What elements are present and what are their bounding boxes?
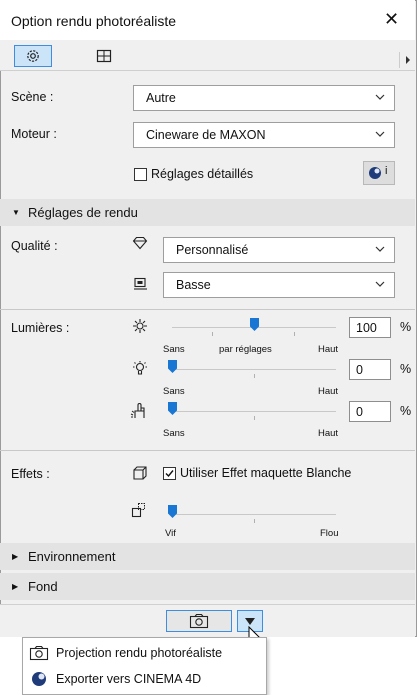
divider bbox=[0, 450, 415, 451]
lights-value-2: 0 bbox=[356, 363, 363, 377]
slider-min-label: Sans bbox=[163, 344, 185, 355]
detailed-settings-label: Réglages détaillés bbox=[151, 167, 254, 181]
menu-item-label: Exporter vers CINEMA 4D bbox=[56, 672, 202, 686]
slider-max-label: Haut bbox=[318, 344, 339, 355]
white-model-label: Utiliser Effet maquette Blanche bbox=[180, 466, 352, 480]
menu-item-label: Projection rendu photoréaliste bbox=[56, 646, 223, 660]
quality-preset-select[interactable]: Personnalisé bbox=[163, 237, 395, 263]
blur-slider[interactable] bbox=[172, 514, 336, 515]
quality-label: Qualité : bbox=[11, 239, 58, 253]
lights-value-1: 100 bbox=[356, 321, 377, 335]
slider-min-label: Sans bbox=[163, 428, 185, 439]
percent-unit: % bbox=[400, 320, 412, 334]
camera-icon bbox=[189, 613, 209, 629]
cinema4d-icon bbox=[369, 167, 381, 179]
crop-frame-icon bbox=[96, 49, 112, 63]
camera-icon bbox=[29, 645, 49, 661]
effects-label: Effets : bbox=[11, 467, 50, 481]
info-icon: i bbox=[385, 165, 388, 177]
menu-item-photorealistic-render[interactable]: Projection rendu photoréaliste bbox=[26, 642, 262, 666]
triangle-down-icon: ▼ bbox=[12, 208, 20, 217]
divider bbox=[0, 309, 415, 310]
lights-slider-2[interactable] bbox=[172, 369, 336, 370]
tick bbox=[254, 416, 255, 420]
lights-value-3: 0 bbox=[356, 405, 363, 419]
chevron-down-icon bbox=[375, 281, 385, 287]
environment-title: Environnement bbox=[28, 549, 116, 564]
checkmark-icon bbox=[165, 470, 174, 478]
engine-label: Moteur : bbox=[11, 127, 57, 141]
window-title: Option rendu photoréaliste bbox=[11, 13, 176, 29]
quality-preset-value: Personnalisé bbox=[176, 243, 249, 257]
quality-level-select[interactable]: Basse bbox=[163, 272, 395, 298]
engine-select[interactable]: Cineware de MAXON bbox=[133, 122, 395, 148]
hand-light-icon bbox=[130, 403, 145, 418]
scene-value: Autre bbox=[146, 91, 176, 105]
cinema4d-icon bbox=[32, 672, 46, 686]
engine-value: Cineware de MAXON bbox=[146, 128, 266, 142]
render-quality-icon bbox=[134, 277, 147, 290]
render-settings-title: Réglages de rendu bbox=[28, 205, 138, 220]
diamond-icon bbox=[132, 236, 148, 250]
slider-min-label: Sans bbox=[163, 386, 185, 397]
blur-max-label: Flou bbox=[320, 528, 339, 539]
chevron-down-icon bbox=[375, 94, 385, 100]
background-section-header[interactable]: ▶ Fond bbox=[0, 573, 415, 600]
tab-bar bbox=[0, 40, 415, 71]
scene-select[interactable]: Autre bbox=[133, 85, 395, 111]
lights-value-1-input[interactable]: 100 bbox=[349, 317, 391, 338]
white-model-checkbox[interactable] bbox=[163, 467, 176, 480]
close-icon[interactable]: ✕ bbox=[384, 10, 399, 28]
tab-scroll-right-button[interactable] bbox=[399, 52, 416, 68]
percent-unit: % bbox=[400, 362, 412, 376]
blur-min-label: Vif bbox=[165, 528, 176, 539]
chevron-right-icon bbox=[406, 56, 410, 64]
menu-item-export-cinema4d[interactable]: Exporter vers CINEMA 4D bbox=[26, 668, 262, 692]
triangle-right-icon: ▶ bbox=[12, 582, 19, 591]
lights-value-3-input[interactable]: 0 bbox=[349, 401, 391, 422]
cube-icon bbox=[133, 466, 147, 480]
slider-max-label: Haut bbox=[318, 386, 339, 397]
chevron-down-icon bbox=[375, 131, 385, 137]
tab-settings[interactable] bbox=[14, 45, 52, 67]
quality-level-value: Basse bbox=[176, 278, 211, 292]
environment-section-header[interactable]: ▶ Environnement bbox=[0, 543, 415, 570]
tab-crop[interactable] bbox=[96, 48, 112, 64]
bulb-icon bbox=[133, 361, 147, 375]
triangle-down-icon bbox=[245, 618, 255, 625]
triangle-right-icon: ▶ bbox=[12, 552, 19, 561]
lights-label: Lumières : bbox=[11, 321, 70, 335]
chevron-down-icon bbox=[375, 246, 385, 252]
slider-max-label: Haut bbox=[318, 428, 339, 439]
lights-value-2-input[interactable]: 0 bbox=[349, 359, 391, 380]
tick bbox=[254, 374, 255, 378]
tick bbox=[294, 332, 295, 336]
percent-unit: % bbox=[400, 404, 412, 418]
sun-icon bbox=[133, 319, 147, 333]
tick bbox=[212, 332, 213, 336]
cinema4d-info-button[interactable]: i bbox=[363, 161, 395, 185]
detailed-settings-checkbox[interactable] bbox=[134, 168, 147, 181]
render-settings-section-header[interactable]: ▼ Réglages de rendu bbox=[0, 199, 415, 226]
render-button[interactable] bbox=[166, 610, 232, 632]
gear-icon bbox=[27, 50, 39, 62]
tick bbox=[254, 519, 255, 523]
scene-label: Scène : bbox=[11, 90, 54, 104]
slider-mid-label: par réglages bbox=[219, 344, 272, 355]
background-title: Fond bbox=[28, 579, 58, 594]
lights-slider-3[interactable] bbox=[172, 411, 336, 412]
blur-squares-icon bbox=[131, 503, 145, 518]
